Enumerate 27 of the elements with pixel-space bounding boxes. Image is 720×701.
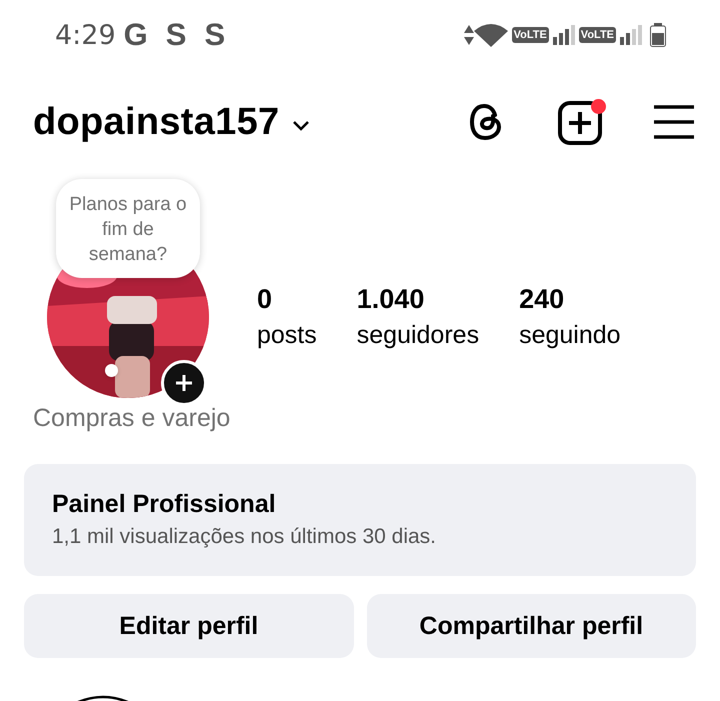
stat-label: posts	[257, 321, 317, 350]
stat-value: 0	[257, 284, 274, 315]
notification-icon: G	[124, 17, 148, 53]
chevron-down-icon[interactable]	[291, 119, 312, 131]
signal-icon	[620, 25, 642, 45]
stat-label: seguindo	[519, 321, 621, 350]
dashboard-title: Painel Profissional	[52, 490, 276, 519]
signal-icon	[552, 25, 575, 45]
dashboard-card[interactable]: Painel Profissional 1,1 mil visualizações nos últimos 30 dias.	[24, 464, 696, 576]
dashboard-subtitle: 1,1 mil visualizações nos últimos 30 dias.	[52, 525, 436, 549]
data-arrows-icon	[464, 25, 474, 45]
battery-icon	[650, 23, 666, 47]
profile-button[interactable]: Editar perfil	[24, 594, 354, 658]
clock: 4:29	[55, 20, 116, 50]
notification-icon: S	[166, 17, 186, 53]
menu-icon[interactable]	[652, 104, 696, 140]
note-bubble[interactable]: Planos para o fim de semana?	[56, 179, 200, 278]
category-label: Compras e varejo	[33, 404, 232, 434]
username[interactable]: dopainsta157	[33, 100, 280, 144]
network-label: VoLTE	[512, 27, 549, 43]
plus-icon	[174, 373, 194, 393]
stat-value: 240	[519, 284, 566, 315]
network-label: VoLTE	[578, 27, 616, 43]
notification-icon: S	[204, 17, 226, 53]
stat-value: 1.040	[356, 284, 426, 315]
profile-button[interactable]: Compartilhar perfil	[366, 594, 696, 658]
stat-label: seguidores	[356, 321, 480, 350]
